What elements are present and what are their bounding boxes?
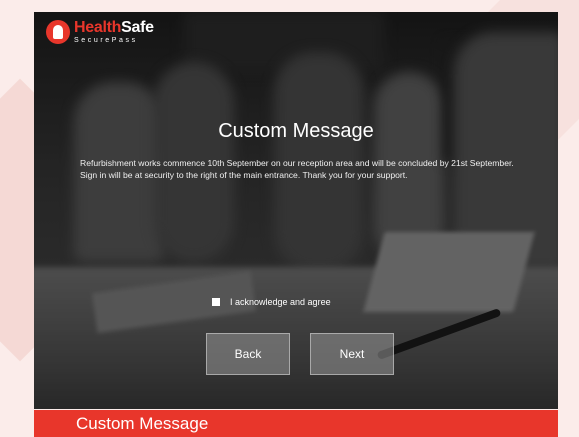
logo-brand: HealthSafe — [74, 20, 154, 36]
page-title: Custom Message — [218, 120, 374, 142]
kiosk-screen: HealthSafe SecurePass Custom Message Ref… — [34, 12, 558, 409]
acknowledge-row[interactable]: I acknowledge and agree — [212, 297, 331, 307]
logo-text: HealthSafe SecurePass — [74, 20, 154, 45]
acknowledge-label: I acknowledge and agree — [230, 297, 331, 307]
acknowledge-checkbox[interactable] — [212, 298, 220, 306]
logo-brand-health: Health — [74, 19, 122, 36]
logo-icon — [46, 20, 70, 44]
back-button[interactable]: Back — [206, 333, 290, 375]
logo-brand-safe: Safe — [121, 19, 154, 36]
next-button[interactable]: Next — [310, 333, 394, 375]
custom-message-text: Refurbishment works commence 10th Septem… — [80, 158, 514, 180]
background-overlay — [34, 12, 558, 409]
healthsafe-logo: HealthSafe SecurePass — [46, 20, 154, 44]
caption-bar: Custom Message — [34, 410, 558, 437]
logo-tagline: SecurePass — [74, 37, 138, 44]
